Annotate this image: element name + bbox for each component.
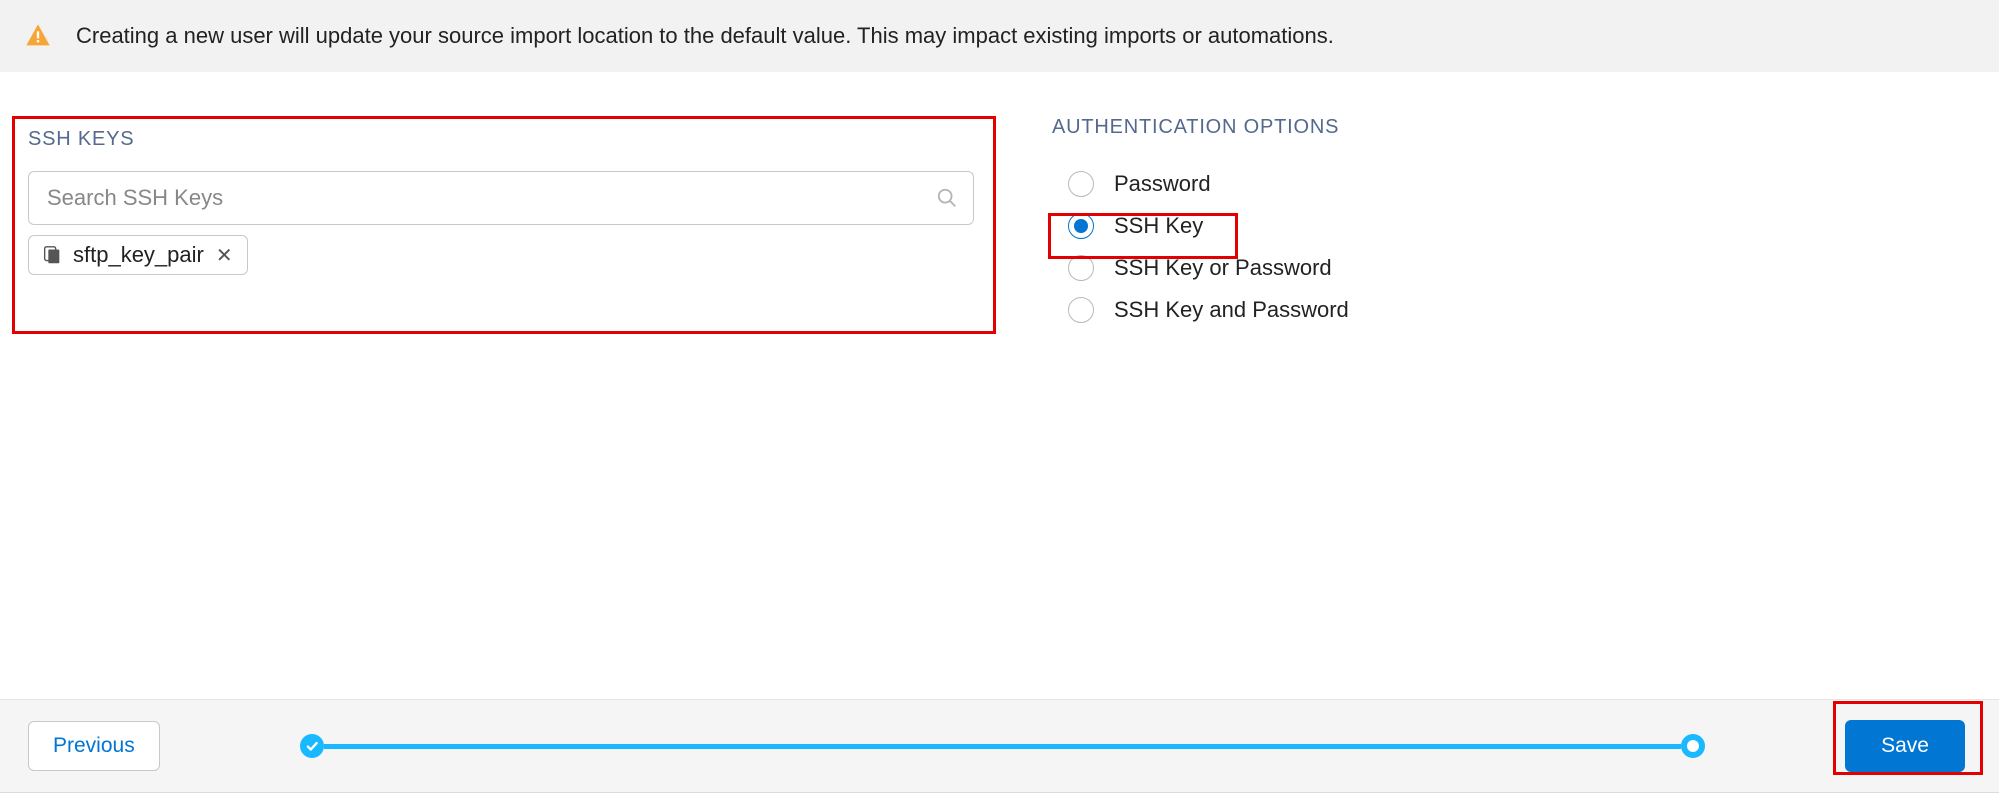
auth-option-ssh-key-or-password[interactable]: SSH Key or Password [1068,247,1999,289]
alert-text: Creating a new user will update your sou… [76,23,1334,49]
radio-icon [1068,171,1094,197]
auth-option-ssh-key-and-password[interactable]: SSH Key and Password [1068,289,1999,331]
ssh-keys-section-label: SSH KEYS [28,128,984,151]
alert-banner: Creating a new user will update your sou… [0,0,1999,72]
radio-label: SSH Key or Password [1114,255,1332,281]
step-done-icon [300,734,324,758]
auth-option-ssh-key[interactable]: SSH Key [1068,205,1999,247]
auth-options-radio-group: Password SSH Key SSH Key or Password SSH… [1052,159,1999,331]
auth-option-password[interactable]: Password [1068,163,1999,205]
ssh-key-chip-label: sftp_key_pair [73,242,204,268]
copy-icon [41,244,63,266]
warning-icon [24,22,52,50]
search-icon [936,187,958,209]
ssh-keys-search-input[interactable] [28,171,974,225]
radio-icon [1068,213,1094,239]
save-button[interactable]: Save [1845,720,1965,772]
previous-button[interactable]: Previous [28,721,160,771]
radio-label: SSH Key [1114,213,1203,239]
ssh-key-chip-remove-button[interactable]: ✕ [214,243,235,268]
radio-icon [1068,297,1094,323]
wizard-progress [160,734,1845,758]
radio-label: SSH Key and Password [1114,297,1349,323]
radio-label: Password [1114,171,1211,197]
ssh-key-chip: sftp_key_pair ✕ [28,235,248,275]
progress-line [324,744,1681,749]
auth-options-section-label: AUTHENTICATION OPTIONS [1052,116,1999,139]
radio-icon [1068,255,1094,281]
wizard-footer: Previous Save [0,699,1999,793]
step-current-icon [1681,734,1705,758]
close-icon: ✕ [216,245,233,267]
